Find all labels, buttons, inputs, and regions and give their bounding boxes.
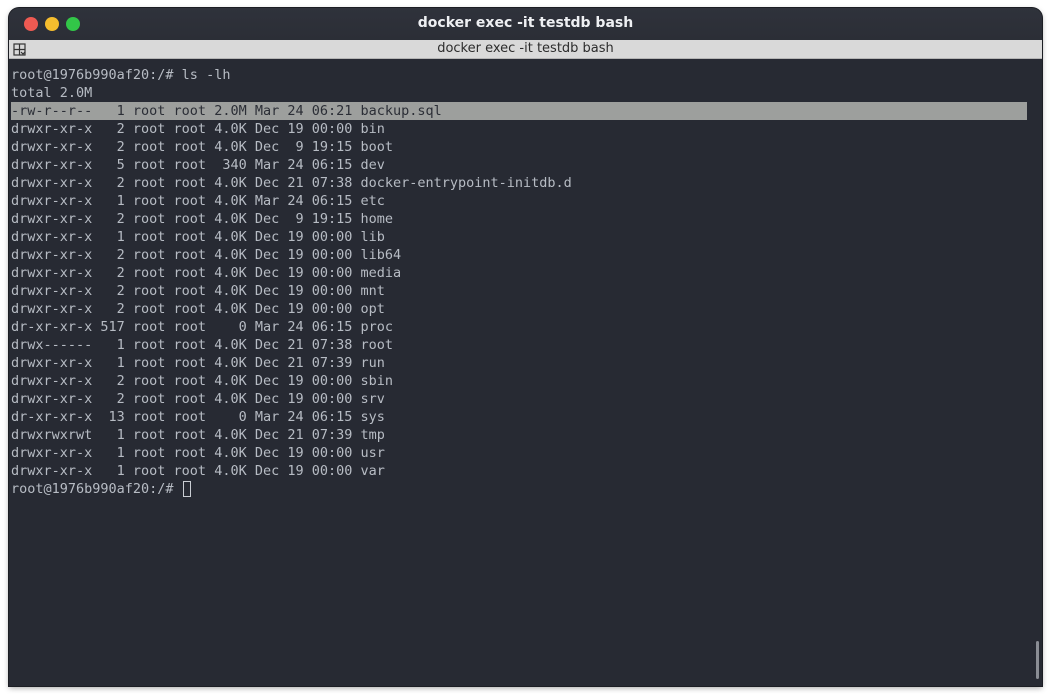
scrollbar-thumb[interactable] xyxy=(1036,641,1039,679)
terminal-line: drwxr-xr-x 2 root root 4.0K Dec 9 19:15 … xyxy=(11,139,394,155)
terminal-line: drwxr-xr-x 2 root root 4.0K Dec 19 00:00… xyxy=(11,391,385,407)
terminal-prompt: root@1976b990af20:/# xyxy=(11,481,182,497)
terminal-line: drwxr-xr-x 5 root root 340 Mar 24 06:15 … xyxy=(11,157,385,173)
terminal-line: drwxr-xr-x 2 root root 4.0K Dec 19 00:00… xyxy=(11,301,385,317)
terminal-line: drwxr-xr-x 2 root root 4.0K Dec 19 00:00… xyxy=(11,373,394,389)
tab-bar: docker exec -it testdb bash xyxy=(9,40,1042,59)
terminal-line: drwxr-xr-x 2 root root 4.0K Dec 9 19:15 … xyxy=(11,211,394,227)
terminal-prompt-line[interactable]: root@1976b990af20:/# xyxy=(11,480,191,498)
terminal-line: drwxr-xr-x 1 root root 4.0K Dec 19 00:00… xyxy=(11,445,385,461)
window-title: docker exec -it testdb bash xyxy=(417,15,634,31)
terminal-line: drwxr-xr-x 2 root root 4.0K Dec 21 07:38… xyxy=(11,175,572,191)
terminal-line: dr-xr-xr-x 517 root root 0 Mar 24 06:15 … xyxy=(11,319,394,335)
terminal-cursor xyxy=(182,481,191,497)
terminal-line: drwxr-xr-x 1 root root 4.0K Mar 24 06:15… xyxy=(11,193,385,209)
terminal-line: drwxr-xr-x 2 root root 4.0K Dec 19 00:00… xyxy=(11,283,385,299)
terminal-line: root@1976b990af20:/# ls -lh xyxy=(11,67,231,83)
terminal-line-selected: -rw-r--r-- 1 root root 2.0M Mar 24 06:21… xyxy=(11,102,1027,120)
tab-title[interactable]: docker exec -it testdb bash xyxy=(9,41,1042,56)
terminal-line: drwx------ 1 root root 4.0K Dec 21 07:38… xyxy=(11,337,394,353)
terminal-window: docker exec -it testdb bash docker exec … xyxy=(9,8,1042,686)
terminal-line: total 2.0M xyxy=(11,85,93,101)
terminal-line: drwxr-xr-x 2 root root 4.0K Dec 19 00:00… xyxy=(11,265,402,281)
terminal-output[interactable]: root@1976b990af20:/# ls -lh total 2.0M -rw… xyxy=(9,59,1042,686)
terminal-line: drwxrwxrwt 1 root root 4.0K Dec 21 07:39… xyxy=(11,427,385,443)
terminal-line: drwxr-xr-x 1 root root 4.0K Dec 19 00:00… xyxy=(11,463,385,479)
terminal-line: drwxr-xr-x 1 root root 4.0K Dec 21 07:39… xyxy=(11,355,385,371)
terminal-line: drwxr-xr-x 2 root root 4.0K Dec 19 00:00… xyxy=(11,121,385,137)
terminal-line: drwxr-xr-x 2 root root 4.0K Dec 19 00:00… xyxy=(11,247,402,263)
terminal-line: dr-xr-xr-x 13 root root 0 Mar 24 06:15 s… xyxy=(11,409,385,425)
terminal-line: drwxr-xr-x 1 root root 4.0K Dec 19 00:00… xyxy=(11,229,385,245)
title-bar[interactable]: docker exec -it testdb bash xyxy=(9,8,1042,40)
